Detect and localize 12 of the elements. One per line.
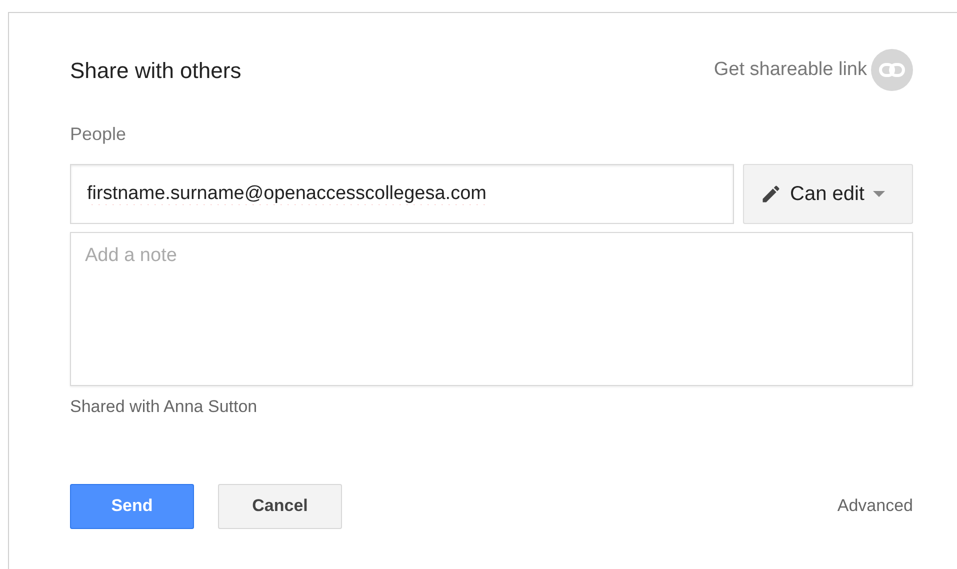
permission-dropdown[interactable]: Can edit — [743, 164, 913, 224]
pencil-icon — [760, 183, 782, 205]
caret-icon — [872, 191, 884, 197]
link-icon[interactable] — [871, 49, 913, 91]
email-field[interactable]: firstname.surname@openaccesscollegesa.com — [70, 164, 734, 224]
people-label: People — [70, 123, 128, 146]
shared-with-text: Shared with Anna Sutton — [70, 396, 258, 418]
advanced-link[interactable]: Advanced — [837, 493, 913, 519]
dialog-title: Share with others — [70, 56, 242, 84]
shareable-link[interactable]: Get shareable link — [714, 56, 867, 84]
cancel-button[interactable]: Cancel — [218, 484, 342, 528]
note-field[interactable]: Add a note — [70, 232, 913, 386]
